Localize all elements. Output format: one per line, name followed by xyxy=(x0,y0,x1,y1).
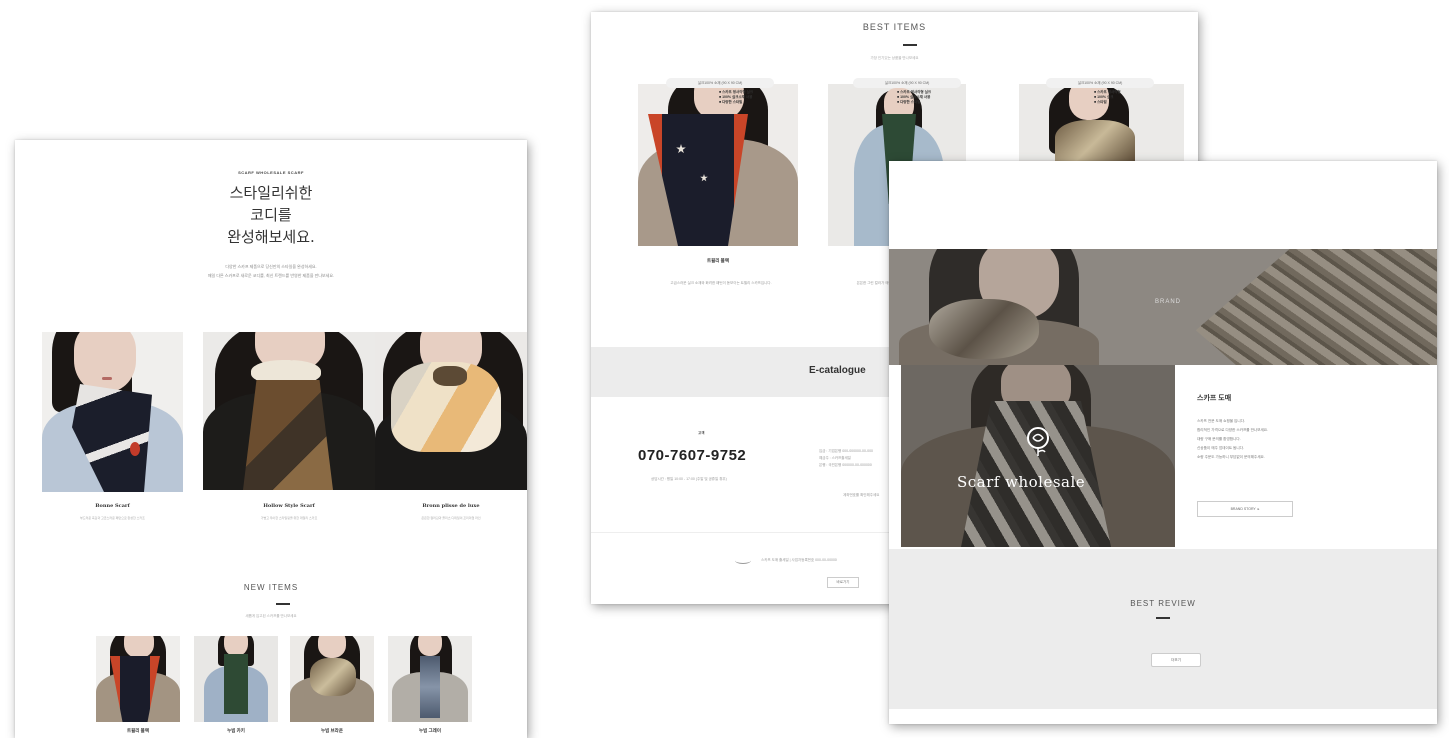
e-catalogue-label: E-catalogue xyxy=(809,365,866,376)
feature-photo[interactable] xyxy=(375,332,527,490)
product-badge: 실크100% 소재 (90 X 90 CM) xyxy=(666,78,774,88)
product-name: 누빔 카키 xyxy=(227,728,245,733)
account-line: 입금 : 기업은행 000-000000-00-000 xyxy=(819,449,873,453)
brand-wordmark: Scarf wholesale xyxy=(957,473,1086,491)
banner-text: BRAND xyxy=(1155,299,1182,305)
brand-story-label: BRAND STORY xyxy=(1230,507,1256,511)
rose-logo-icon xyxy=(1025,427,1051,457)
product-name: 누빔 그레이 xyxy=(419,728,441,733)
headline: 스타일리쉬한 코디를 완성해보세요. xyxy=(15,182,527,248)
headline-line: 스타일리쉬한 xyxy=(229,184,313,202)
footer-text: 스카프 도매 홀세일 | 사업자등록번호 000-00-00000 xyxy=(761,558,837,562)
info-title: 스카프 도매 xyxy=(1197,395,1232,402)
info-line: 대량 구매 문의를 환영합니다. xyxy=(1197,437,1241,441)
best-items-subtitle: 가장 인기있는 상품을 만나보세요 xyxy=(870,56,919,60)
info-line: 스카프 전문 도매 쇼핑몰 입니다. xyxy=(1197,419,1245,423)
product-name: 누빔 브라운 xyxy=(321,728,343,733)
phone-number[interactable]: 070-7607-9752 xyxy=(638,447,746,464)
feature-sub: 은은한 컬러감과 플리츠 디테일의 프리미엄 라인 xyxy=(421,516,481,520)
product-tags: ■ 스카프 정사각형 ■ 100% 실크 ■ 스타일 xyxy=(1094,90,1121,105)
product-thumbnail[interactable] xyxy=(194,636,278,722)
product-name: 트윌리 블랙 xyxy=(127,728,149,733)
feature-title: Bonne Scarf xyxy=(95,503,130,509)
brand-story-button[interactable]: BRAND STORY ▸ xyxy=(1197,501,1293,517)
tag-line: ■ 다양한 스타일 xyxy=(719,100,743,104)
product-badge: 실크100% 소재 (90 X 90 CM) xyxy=(853,78,961,88)
best-items-title: BEST ITEMS xyxy=(862,22,927,32)
feature-sub: 가볍고 우아한 스타일링을 위한 데일리 스카프 xyxy=(260,516,318,520)
section-divider xyxy=(903,44,917,46)
product-thumbnail[interactable] xyxy=(388,636,472,722)
section-divider xyxy=(1156,617,1170,619)
business-hours: 상담시간 : 평일 10:00 - 17:00 (주말 및 공휴일 휴무) xyxy=(651,477,727,481)
product-thumbnail[interactable] xyxy=(290,636,374,722)
product-tags: ■ 스카프 정사각형 실크 ■ 100% 실크소재 사용 ■ 다양한 스타일 xyxy=(719,90,753,105)
account-note: 계좌번호를 확인해주세요 xyxy=(843,493,880,497)
info-line: 소량 주문도 가능하니 부담없이 문의해주세요. xyxy=(1197,455,1265,459)
info-line: 신상품이 매주 업데이트 됩니다. xyxy=(1197,446,1244,450)
eyebrow-text: SCARF WHOLESALE SCARF xyxy=(238,170,304,175)
feature-sub: 부드러운 촉감과 고급스러운 패턴으로 완성한 스카프 xyxy=(80,516,145,520)
product-thumbnail[interactable] xyxy=(96,636,180,722)
product-tags: ■ 스카프 정사각형 실크 ■ 100% 실크소재 사용 ■ 다양한 스타일 xyxy=(897,90,931,105)
cs-label: 고객 xyxy=(698,431,705,435)
new-items-title: NEW ITEMS xyxy=(243,583,299,592)
intro-line: 매일 다른 스카프로 새로운 코디를, 최신 트렌드를 반영한 제품을 만나보세… xyxy=(207,273,335,278)
intro-text: 다양한 스카프 제품으로 당신만의 스타일을 완성하세요. 매일 다른 스카프로… xyxy=(15,262,527,280)
best-review-title: BEST REVIEW xyxy=(1130,599,1196,608)
review-more-button[interactable]: 더보기 xyxy=(1151,653,1201,667)
headline-line: 코디를 xyxy=(250,206,292,224)
brand-page: BRAND Scarf wholesale 스카프 도매 스카프 전문 도매 쇼… xyxy=(889,161,1437,724)
brand-feature-photo[interactable]: Scarf wholesale xyxy=(901,365,1175,547)
landing-page-left: SCARF WHOLESALE SCARF 스타일리쉬한 코디를 완성해보세요.… xyxy=(15,140,527,738)
feature-title: Hollow Style Scarf xyxy=(263,503,315,509)
product-name: 트윌리 블랙 xyxy=(707,258,729,263)
section-divider xyxy=(276,603,290,605)
feature-title: Bronn plisse de luxe xyxy=(422,503,480,509)
feature-photo[interactable] xyxy=(42,332,183,492)
account-info: 입금 : 기업은행 000-000000-00-000 예금주 : 스카프홀세일… xyxy=(819,448,873,469)
feature-photo[interactable] xyxy=(203,332,375,490)
info-text: 스카프 전문 도매 쇼핑몰 입니다. 합리적인 가격으로 다양한 스카프를 만나… xyxy=(1197,417,1268,462)
new-items-subtitle: 새롭게 입고된 스카프를 만나보세요 xyxy=(245,614,297,618)
footer-button[interactable]: 바로가기 xyxy=(827,577,859,588)
product-desc: 고급스러운 실크 소재와 화려한 패턴이 돋보이는 트윌리 스카프입니다. xyxy=(670,281,772,285)
tag-line: ■ 스타일 xyxy=(1094,100,1107,104)
account-line: 은행 : 국민은행 000000-00-000000 xyxy=(819,463,872,467)
tag-line: ■ 다양한 스타일 xyxy=(897,100,921,104)
headline-line: 완성해보세요. xyxy=(227,228,315,246)
product-photo[interactable] xyxy=(638,84,798,246)
arrow-right-icon: ▸ xyxy=(1256,507,1260,511)
best-review-section: BEST REVIEW 더보기 xyxy=(889,549,1437,709)
account-line: 예금주 : 스카프홀세일 xyxy=(819,456,851,460)
intro-line: 다양한 스카프 제품으로 당신만의 스타일을 완성하세요. xyxy=(225,264,317,269)
footer-logo xyxy=(735,557,751,564)
brand-banner: BRAND xyxy=(889,249,1437,365)
info-line: 합리적인 가격으로 다양한 스카프를 만나보세요. xyxy=(1197,428,1269,432)
product-badge: 실크100% 소재 (90 X 90 CM) xyxy=(1046,78,1154,88)
